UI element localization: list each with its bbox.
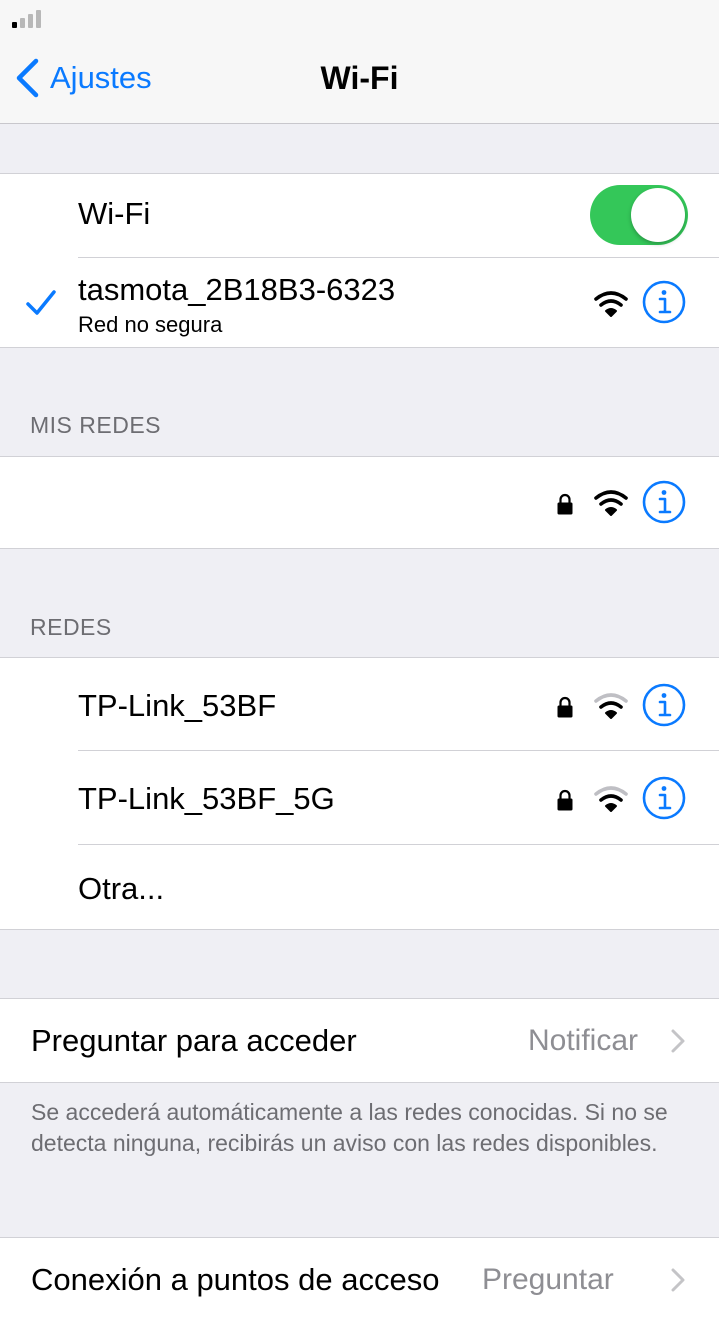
info-icon[interactable] — [642, 280, 686, 324]
wifi-signal-icon — [594, 291, 628, 317]
connected-network-row[interactable]: tasmota_2B18B3-6323 Red no segura — [0, 258, 719, 347]
lock-icon — [557, 789, 573, 811]
wifi-toggle-row: Wi-Fi — [0, 174, 719, 258]
ask-to-join-group: Preguntar para acceder Notificar — [0, 998, 719, 1083]
wifi-toggle-label: Wi-Fi — [78, 196, 151, 231]
ask-to-join-value: Notificar — [528, 1024, 639, 1057]
my-networks-group — [0, 456, 719, 549]
wifi-signal-icon — [594, 786, 628, 812]
wifi-signal-icon — [594, 490, 628, 516]
other-network-row[interactable]: Otra... — [0, 845, 719, 929]
wifi-status-group: Wi-Fi tasmota_2B18B3-6323 Red no segura — [0, 173, 719, 348]
other-network-label: Otra... — [78, 871, 165, 906]
ask-to-join-footer: Se accederá automáticamente a las redes … — [31, 1099, 668, 1156]
networks-group: TP-Link_53BF TP-Link_53BF_5G Otra... — [0, 657, 719, 930]
hotspot-label: Conexión a puntos de acceso — [31, 1262, 440, 1297]
networks-header: REDES — [30, 614, 112, 640]
hotspot-group: Conexión a puntos de acceso Preguntar — [0, 1237, 719, 1321]
wifi-toggle-switch[interactable] — [590, 185, 688, 245]
ask-to-join-row[interactable]: Preguntar para acceder Notificar — [0, 999, 719, 1082]
status-bar — [0, 0, 719, 40]
checkmark-icon — [26, 290, 56, 315]
chevron-right-icon — [671, 1268, 685, 1292]
hotspot-value: Preguntar — [482, 1263, 614, 1296]
info-icon[interactable] — [642, 776, 686, 820]
network-row[interactable]: TP-Link_53BF — [0, 658, 719, 751]
my-network-row[interactable] — [0, 457, 719, 548]
connected-network-name: tasmota_2B18B3-6323 — [78, 272, 396, 307]
my-networks-header: MIS REDES — [30, 412, 162, 438]
page-title: Wi-Fi — [320, 60, 399, 96]
connected-network-subtitle: Red no segura — [78, 312, 223, 337]
lock-icon — [557, 493, 573, 515]
network-name: TP-Link_53BF — [78, 688, 277, 723]
info-icon[interactable] — [642, 683, 686, 727]
ask-to-join-label: Preguntar para acceder — [31, 1023, 357, 1058]
info-icon[interactable] — [642, 480, 686, 524]
network-row[interactable]: TP-Link_53BF_5G — [0, 751, 719, 845]
navigation-bar: Ajustes Wi-Fi — [0, 40, 719, 124]
cellular-signal-icon — [12, 10, 41, 28]
toggle-knob — [631, 188, 685, 242]
chevron-right-icon — [671, 1029, 685, 1053]
network-name: TP-Link_53BF_5G — [78, 781, 335, 816]
wifi-signal-icon — [594, 693, 628, 719]
lock-icon — [557, 696, 573, 718]
